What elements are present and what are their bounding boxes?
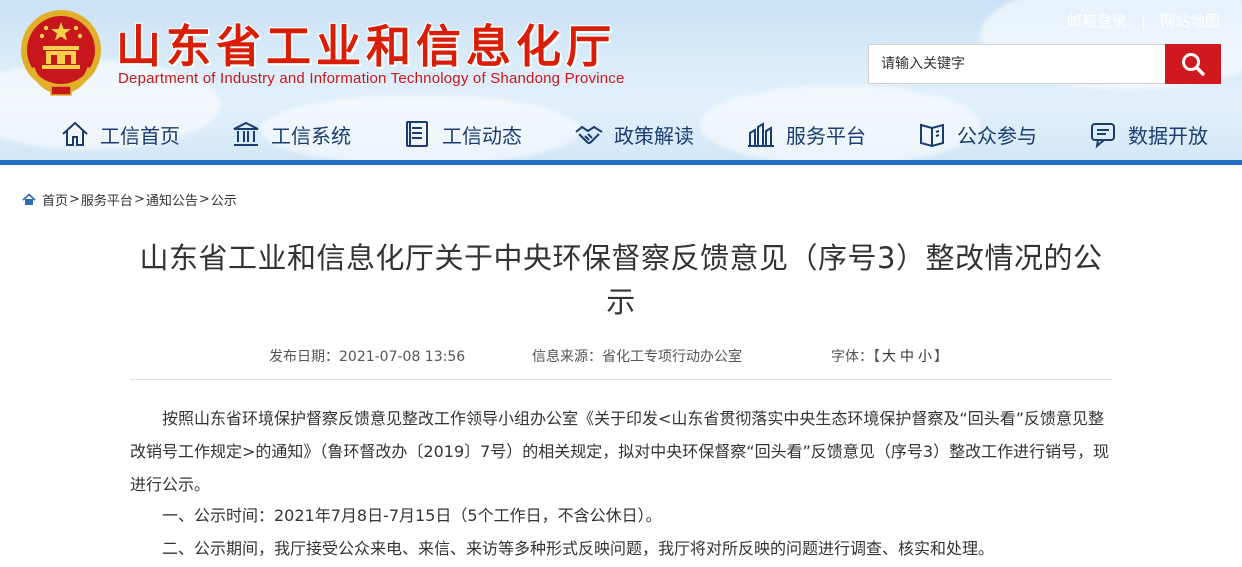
search-icon — [1182, 53, 1205, 76]
search-bar — [868, 44, 1221, 84]
font-size-bracket-open: 【 — [873, 349, 880, 365]
article-paragraph: 一、公示时间：2021年7月8日-7月15日（5个工作日，不含公休日）。 — [162, 506, 662, 525]
handshake-icon — [574, 119, 604, 149]
sitemap-link[interactable]: 网站地图 — [1160, 10, 1220, 31]
font-size-label: 字体： — [831, 349, 873, 365]
info-source: 信息来源：省化工专项行动办公室 — [532, 346, 742, 366]
nav-item-home[interactable]: 工信首页 — [60, 110, 180, 158]
breadcrumb-separator: > — [133, 192, 145, 207]
nav-item-public[interactable]: 公众参与 — [917, 110, 1037, 158]
building-icon — [231, 119, 261, 149]
breadcrumb-item-service[interactable]: 服务平台 — [81, 190, 133, 209]
nav-label: 服务平台 — [786, 123, 866, 148]
nav-item-system[interactable]: 工信系统 — [231, 110, 351, 158]
nav-item-data[interactable]: 数据开放 — [1088, 110, 1208, 158]
nav-item-news[interactable]: 工信动态 — [402, 110, 522, 158]
nav-label: 政策解读 — [614, 123, 694, 148]
info-source-value: 省化工专项行动办公室 — [602, 349, 742, 365]
font-size-bracket-close: 】 — [934, 349, 948, 365]
home-icon — [60, 119, 90, 149]
nav-item-policy[interactable]: 政策解读 — [574, 110, 694, 158]
breadcrumb-item-home[interactable]: 首页 — [42, 190, 68, 209]
breadcrumb-separator: > — [198, 192, 210, 207]
publish-date-label: 发布日期： — [269, 349, 339, 365]
nav-label: 工信首页 — [100, 123, 180, 148]
nav-label: 数据开放 — [1128, 123, 1208, 148]
header-bottom-bar — [0, 160, 1242, 165]
font-size-selector: 字体：【大中小】 — [831, 346, 948, 366]
publish-date-value: 2021-07-08 13:56 — [339, 349, 466, 365]
nav-label: 工信动态 — [442, 123, 522, 148]
search-input[interactable] — [868, 44, 1165, 84]
font-size-large-button[interactable]: 大 — [882, 349, 896, 365]
site-title: 山东省工业和信息化厅 — [116, 20, 617, 73]
main-nav: 工信首页 工信系统 工信动态 政策解读 服务平台 公众参与 数据开放 — [0, 110, 1242, 158]
article-title: 山东省工业和信息化厅关于中央环保督察反馈意见（序号3）整改情况的公示 — [139, 241, 1103, 319]
breadcrumb-item-notice[interactable]: 通知公告 — [146, 190, 198, 209]
platform-icon — [746, 119, 776, 149]
nav-item-platform[interactable]: 服务平台 — [746, 110, 866, 158]
news-icon — [402, 119, 432, 149]
font-size-small-button[interactable]: 小 — [918, 349, 932, 365]
publish-date: 发布日期：2021-07-08 13:56 — [269, 346, 465, 366]
top-links-separator: | — [1140, 11, 1146, 30]
breadcrumb-item-publicity[interactable]: 公示 — [211, 190, 237, 209]
article-paragraph: 二、公示期间，我厅接受公众来电、来信、来访等多种形式反映问题，我厅将对所反映的问… — [162, 539, 995, 558]
breadcrumb-separator: > — [69, 192, 80, 207]
article-paragraph: 按照山东省环境保护督察反馈意见整改工作领导小组办公室《关于印发<山东省贯彻落实中… — [130, 409, 1110, 494]
national-emblem-icon — [21, 10, 101, 96]
nav-label: 工信系统 — [271, 123, 351, 148]
info-source-label: 信息来源： — [532, 349, 602, 365]
book-icon — [917, 119, 947, 149]
font-size-medium-button[interactable]: 中 — [900, 349, 914, 365]
top-links: 邮箱登录 | 网站地图 — [1067, 10, 1220, 31]
search-button[interactable] — [1165, 44, 1221, 84]
mail-login-link[interactable]: 邮箱登录 — [1067, 10, 1127, 31]
home-icon — [22, 193, 36, 205]
title-divider — [130, 379, 1112, 380]
chat-icon — [1088, 119, 1118, 149]
site-header: 山东省工业和信息化厅 Department of Industry and In… — [0, 0, 1242, 165]
nav-label: 公众参与 — [957, 123, 1037, 148]
breadcrumb: 首页 > 服务平台 > 通知公告 > 公示 — [22, 190, 237, 209]
site-subtitle: Department of Industry and Information T… — [118, 70, 625, 87]
